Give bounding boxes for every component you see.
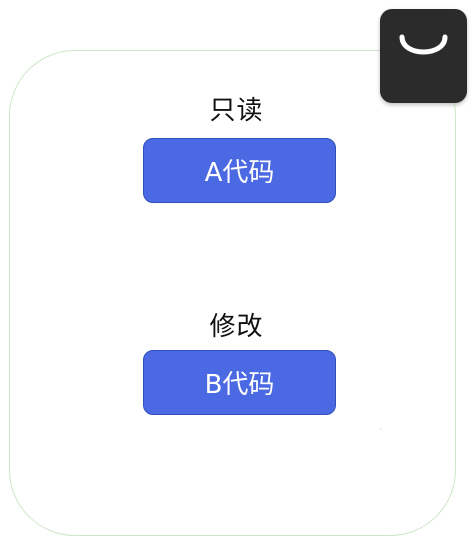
code-a-button[interactable]: A代码 <box>143 138 336 203</box>
shopping-bag-icon[interactable] <box>380 9 467 103</box>
code-b-button[interactable]: B代码 <box>143 350 336 415</box>
stray-dot <box>380 428 382 430</box>
modify-label: 修改 <box>209 312 264 342</box>
shopping-bag-glyph <box>399 34 448 55</box>
